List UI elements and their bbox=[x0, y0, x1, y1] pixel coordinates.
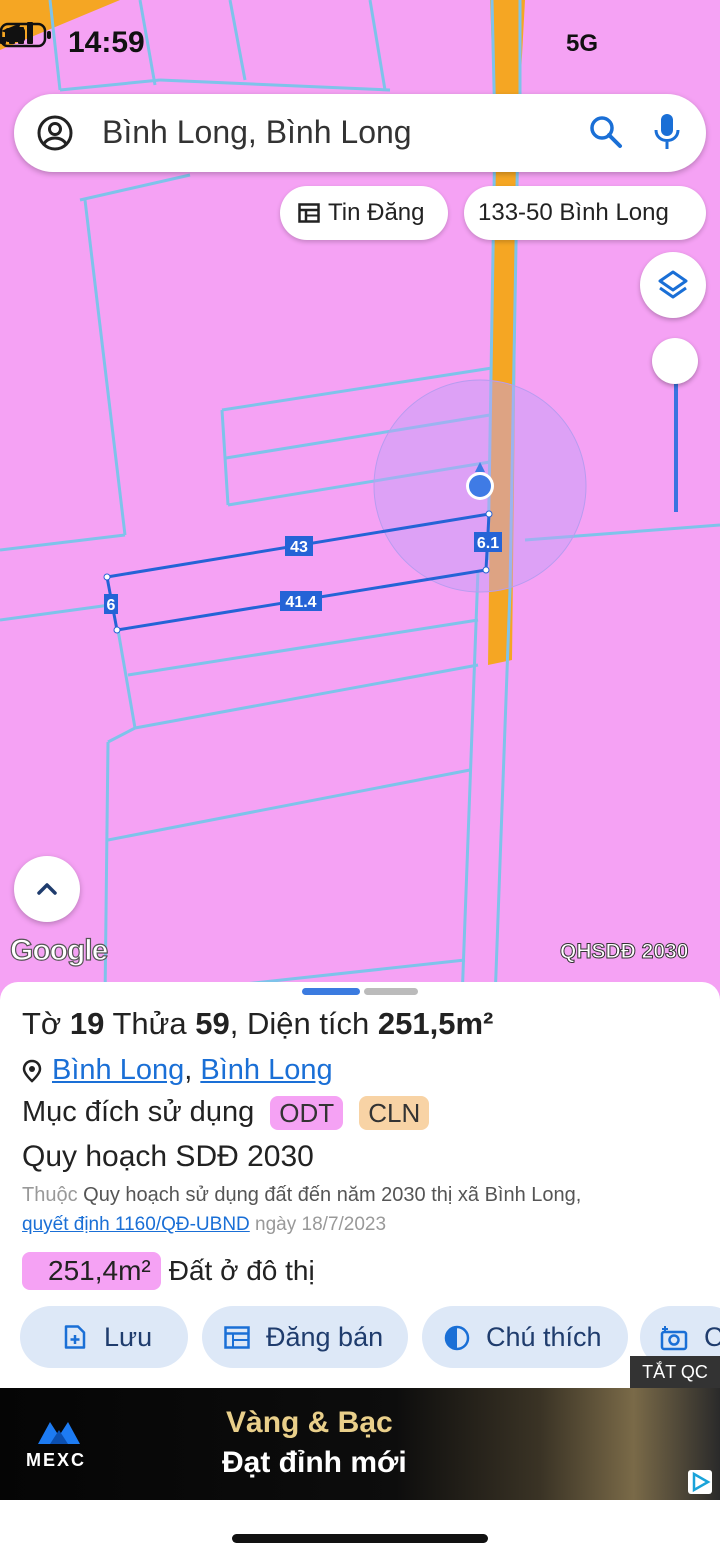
area-land-type: Đất ở đô thị bbox=[168, 1255, 315, 1286]
battery-icon bbox=[0, 22, 51, 48]
layer-name-label: QHSDĐ 2030 bbox=[559, 940, 689, 964]
layers-button[interactable] bbox=[640, 252, 706, 318]
parcel-info-sheet[interactable]: Tờ 19 Thửa 59, Diện tích 251,5m² Bình Lo… bbox=[0, 982, 720, 1388]
expand-up-button[interactable] bbox=[14, 856, 80, 922]
google-logo: Google bbox=[9, 933, 109, 967]
post-for-sale-label: Đăng bán bbox=[266, 1322, 384, 1352]
edge-label-bottom: 41.4 bbox=[280, 591, 322, 611]
ad-subheadline: Đạt đỉnh mới bbox=[222, 1446, 407, 1479]
parcel-area: 251,5m² bbox=[377, 1006, 494, 1041]
opacity-slider-track[interactable] bbox=[674, 368, 678, 512]
decision-date: ngày 18/7/2023 bbox=[255, 1214, 387, 1235]
place-chip-label: 133-50 Bình Long bbox=[478, 199, 669, 226]
listing-icon bbox=[298, 203, 320, 223]
bottom-safe-area bbox=[0, 1500, 720, 1557]
map-view[interactable]: 43 41.4 6 6.1 14:59 5G Bình Long, Bình L… bbox=[0, 0, 720, 1000]
post-for-sale-button[interactable]: Đăng bán bbox=[202, 1306, 408, 1368]
plan-title: Quy hoạch SDĐ 2030 bbox=[22, 1140, 314, 1173]
add-file-icon bbox=[64, 1325, 86, 1349]
area-value-badge: 251,4m² bbox=[22, 1252, 161, 1290]
sheet-number: 19 bbox=[69, 1006, 105, 1041]
belongs-text: Quy hoạch sử dụng đất đến năm 2030 thị x… bbox=[83, 1184, 582, 1206]
location-separator: , bbox=[184, 1054, 193, 1086]
listing-chip-label: Tin Đăng bbox=[328, 199, 425, 226]
contrast-icon bbox=[444, 1325, 470, 1351]
chevron-up-icon bbox=[37, 883, 57, 895]
land-use-tag-odt[interactable]: ODT bbox=[270, 1096, 344, 1131]
ad-brand: MEXC bbox=[26, 1450, 87, 1470]
network-type: 5G bbox=[566, 30, 599, 57]
belongs-prefix: Thuộc bbox=[22, 1184, 78, 1206]
camera-add-icon bbox=[660, 1326, 688, 1351]
layers-icon bbox=[658, 270, 688, 299]
microphone-icon[interactable] bbox=[652, 112, 682, 152]
edge-label-left-text: 6 bbox=[107, 597, 116, 614]
save-button[interactable]: Lưu bbox=[20, 1306, 188, 1368]
purpose-label: Mục đích sử dụng bbox=[22, 1096, 255, 1128]
land-use-tag-cln[interactable]: CLN bbox=[359, 1096, 430, 1131]
area-word: , Diện tích bbox=[229, 1006, 370, 1041]
edge-label-left: 6 bbox=[104, 594, 118, 614]
account-icon[interactable] bbox=[36, 114, 74, 152]
search-input[interactable]: Bình Long, Bình Long bbox=[102, 114, 412, 151]
home-indicator[interactable] bbox=[232, 1534, 488, 1543]
town-link[interactable]: Bình Long bbox=[200, 1054, 332, 1086]
opacity-slider-knob[interactable] bbox=[652, 338, 698, 384]
sheet-page-indicator[interactable] bbox=[364, 988, 418, 995]
land-use-purpose: Mục đích sử dụng ODT CLN bbox=[22, 1096, 430, 1131]
search-icon[interactable] bbox=[588, 114, 624, 150]
plan-decision: quyết định 1160/QĐ-UBND ngày 18/7/2023 bbox=[22, 1214, 386, 1236]
edge-label-top: 43 bbox=[285, 536, 313, 556]
parcel-location: Bình Long, Bình Long bbox=[22, 1054, 333, 1087]
save-button-label: Lưu bbox=[104, 1322, 153, 1352]
search-bar[interactable]: Bình Long, Bình Long bbox=[14, 94, 706, 172]
decision-link[interactable]: quyết định 1160/QĐ-UBND bbox=[22, 1214, 250, 1235]
ad-headline: Vàng & Bạc bbox=[226, 1406, 393, 1439]
status-bar: 14:59 5G bbox=[0, 22, 720, 66]
legend-button-label: Chú thích bbox=[486, 1322, 602, 1352]
edge-label-right: 6.1 bbox=[474, 532, 502, 552]
location-pin-icon bbox=[22, 1060, 42, 1084]
parcel-title: Tờ 19 Thửa 59, Diện tích 251,5m² bbox=[22, 1006, 493, 1042]
sheet-page-indicator-active[interactable] bbox=[302, 988, 360, 995]
listing-chip[interactable]: Tin Đăng bbox=[280, 186, 448, 240]
place-chip[interactable]: 133-50 Bình Long bbox=[464, 186, 706, 240]
edge-label-top-text: 43 bbox=[290, 539, 308, 556]
ad-banner[interactable]: MEXC Vàng & Bạc Đạt đỉnh mới bbox=[0, 1388, 720, 1500]
plan-description: Thuộc Quy hoạch sử dụng đất đến năm 2030… bbox=[22, 1184, 581, 1207]
area-detail: 251,4m² Đất ở đô thị bbox=[22, 1252, 315, 1290]
mexc-logo-icon bbox=[38, 1422, 80, 1444]
close-ad-button[interactable]: TẮT QC bbox=[630, 1356, 720, 1388]
status-time: 14:59 bbox=[68, 26, 145, 59]
sheet-word: Tờ bbox=[22, 1006, 62, 1041]
calendar-icon bbox=[224, 1326, 250, 1349]
legend-button[interactable]: Chú thích bbox=[422, 1306, 628, 1368]
adchoices-icon[interactable] bbox=[688, 1470, 712, 1494]
parcel-word: Thửa bbox=[112, 1006, 187, 1041]
parcel-number: 59 bbox=[195, 1006, 230, 1041]
edge-label-right-text: 6.1 bbox=[477, 535, 499, 552]
my-location-dot bbox=[469, 475, 491, 497]
ward-link[interactable]: Bình Long bbox=[52, 1054, 184, 1086]
edge-label-bottom-text: 41.4 bbox=[285, 594, 316, 611]
